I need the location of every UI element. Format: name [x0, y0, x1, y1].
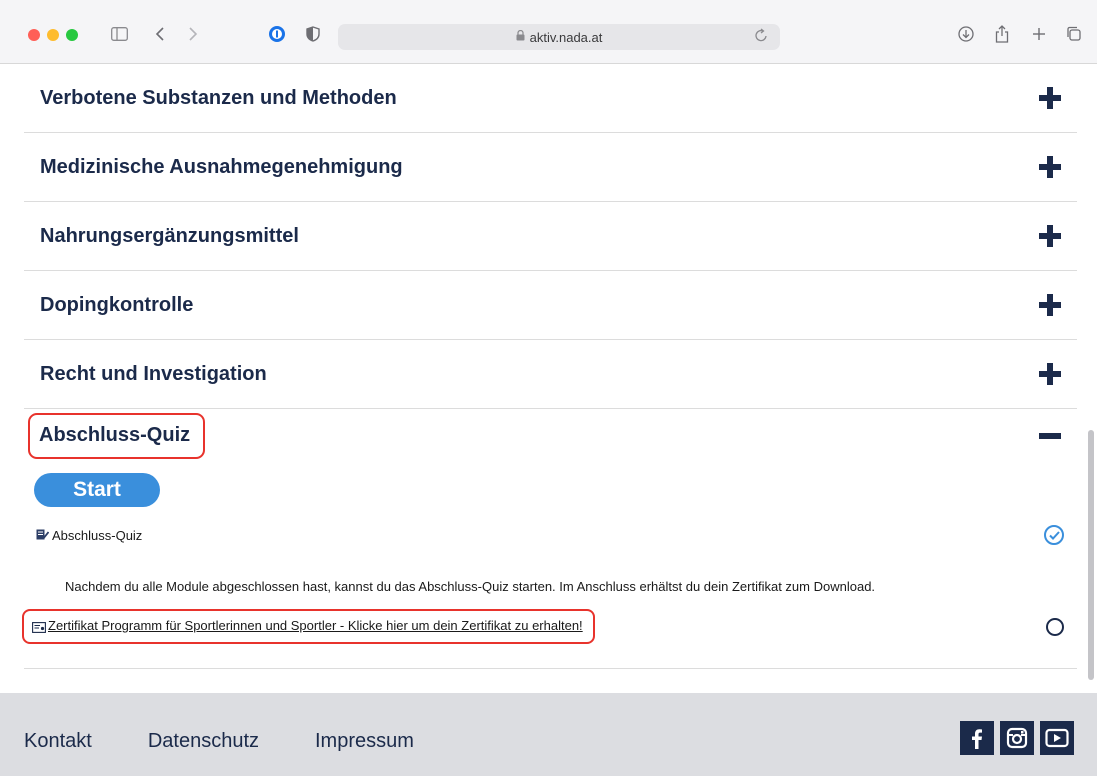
accordion-item-supplements[interactable]: Nahrungsergänzungsmittel	[24, 202, 1077, 271]
footer-link-contact[interactable]: Kontakt	[24, 730, 92, 753]
quiz-icon	[36, 529, 49, 541]
reload-icon[interactable]	[755, 28, 768, 45]
footer-link-imprint[interactable]: Impressum	[315, 730, 414, 753]
zoom-window-button[interactable]	[66, 29, 78, 41]
lock-icon	[516, 29, 525, 44]
divider	[24, 668, 1077, 669]
accordion-title: Recht und Investigation	[40, 362, 267, 385]
sidebar-toggle-icon[interactable]	[108, 24, 130, 44]
downloads-icon[interactable]	[955, 24, 977, 44]
quiz-activity-link[interactable]: Abschluss-Quiz	[36, 528, 142, 543]
certificate-icon	[32, 620, 46, 633]
accordion-item-law[interactable]: Recht und Investigation	[24, 340, 1077, 409]
expand-plus-icon[interactable]	[1039, 363, 1061, 385]
browser-toolbar: aktiv.nada.at	[0, 0, 1097, 64]
expand-plus-icon[interactable]	[1039, 225, 1061, 247]
collapse-minus-icon[interactable]	[1039, 433, 1061, 439]
expand-plus-icon[interactable]	[1039, 87, 1061, 109]
facebook-icon[interactable]	[960, 721, 994, 755]
tab-overview-icon[interactable]	[1063, 24, 1085, 44]
instagram-icon[interactable]	[1000, 721, 1034, 755]
page-scrollbar[interactable]	[1088, 430, 1094, 680]
quiz-description: Nachdem du alle Module abgeschlossen has…	[65, 579, 876, 594]
certificate-highlight: Zertifikat Programm für Sportlerinnen un…	[22, 609, 595, 644]
back-icon[interactable]	[149, 24, 171, 44]
start-quiz-button[interactable]: Start	[34, 473, 160, 507]
accordion-item-final-quiz[interactable]: Abschluss-Quiz	[24, 402, 1077, 470]
site-footer: Kontakt Datenschutz Impressum	[0, 693, 1097, 776]
accordion-title: Medizinische Ausnahmegenehmigung	[40, 155, 403, 178]
quiz-activity-label: Abschluss-Quiz	[52, 527, 143, 543]
module-list: Verbotene Substanzen und Methoden Medizi…	[22, 64, 1077, 669]
certificate-link[interactable]: Zertifikat Programm für Sportlerinnen un…	[48, 618, 583, 633]
completed-check-icon[interactable]	[1044, 525, 1064, 545]
expand-plus-icon[interactable]	[1039, 156, 1061, 178]
privacy-shield-icon[interactable]	[302, 24, 324, 44]
certificate-row: Zertifikat Programm für Sportlerinnen un…	[22, 609, 1064, 644]
accordion-title: Dopingkontrolle	[40, 293, 194, 316]
accordion-title: Verbotene Substanzen und Methoden	[40, 86, 397, 109]
new-tab-icon[interactable]	[1028, 24, 1050, 44]
password-manager-icon[interactable]	[266, 24, 288, 44]
share-icon[interactable]	[991, 24, 1013, 44]
accordion-title: Nahrungsergänzungsmittel	[40, 224, 299, 247]
quiz-activity-row: Abschluss-Quiz	[36, 525, 1064, 545]
accordion-item-substances[interactable]: Verbotene Substanzen und Methoden	[24, 64, 1077, 133]
forward-icon[interactable]	[182, 24, 204, 44]
footer-link-privacy[interactable]: Datenschutz	[148, 730, 259, 753]
expand-plus-icon[interactable]	[1039, 294, 1061, 316]
quiz-title-highlight: Abschluss-Quiz	[28, 413, 206, 459]
incomplete-circle-icon[interactable]	[1046, 617, 1064, 636]
close-window-button[interactable]	[28, 29, 40, 41]
youtube-icon[interactable]	[1040, 721, 1074, 755]
window-controls	[28, 29, 78, 41]
minimize-window-button[interactable]	[47, 29, 59, 41]
footer-links: Kontakt Datenschutz Impressum	[24, 730, 470, 753]
accordion-item-tue[interactable]: Medizinische Ausnahmegenehmigung	[24, 133, 1077, 202]
url-text: aktiv.nada.at	[529, 29, 603, 45]
accordion-title: Abschluss-Quiz	[39, 424, 191, 446]
address-bar[interactable]: aktiv.nada.at	[338, 24, 780, 50]
accordion-item-doping-control[interactable]: Dopingkontrolle	[24, 271, 1077, 340]
